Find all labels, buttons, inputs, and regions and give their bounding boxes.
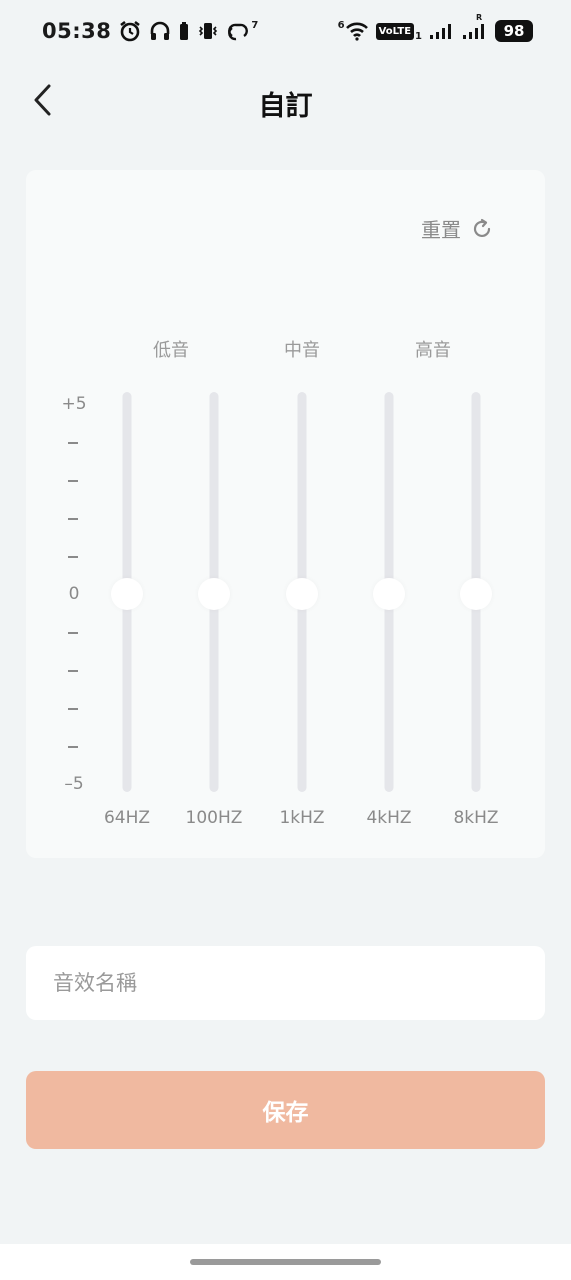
wifi-superscript: 6 bbox=[337, 19, 345, 31]
roaming-indicator: R bbox=[476, 13, 483, 22]
vibrate-icon bbox=[197, 20, 219, 42]
page-title: 自訂 bbox=[258, 91, 313, 122]
header: 自訂 bbox=[0, 62, 571, 142]
band-group-treble: 高音 bbox=[415, 340, 451, 361]
status-bar: 05:38 7 6 VoLTE 1 R 98 bbox=[0, 0, 571, 62]
effect-name-input[interactable] bbox=[26, 946, 545, 1020]
band-group-bass: 低音 bbox=[153, 340, 189, 361]
scale-tick bbox=[68, 442, 78, 444]
alarm-icon bbox=[119, 20, 141, 42]
reset-label: 重置 bbox=[421, 218, 461, 242]
status-left: 05:38 7 bbox=[42, 19, 258, 43]
eq-slider-thumb[interactable] bbox=[373, 578, 405, 610]
eq-slider-thumb[interactable] bbox=[460, 578, 492, 610]
eq-slider-thumb[interactable] bbox=[111, 578, 143, 610]
reset-button[interactable]: 重置 bbox=[421, 214, 493, 243]
signal-icon-2: R bbox=[462, 13, 488, 40]
home-indicator[interactable] bbox=[190, 1259, 381, 1265]
scale-label: +5 bbox=[61, 394, 87, 414]
scale-label: –5 bbox=[64, 774, 84, 794]
volte-icon: VoLTE 1 bbox=[375, 21, 422, 42]
save-button[interactable]: 保存 bbox=[26, 1071, 545, 1149]
scale-tick bbox=[68, 632, 78, 634]
effect-name-field[interactable] bbox=[26, 946, 545, 1020]
battery-nub bbox=[528, 27, 531, 35]
battery-small-icon bbox=[179, 20, 189, 42]
status-right: 6 VoLTE 1 R 98 bbox=[337, 13, 533, 42]
eq-frequency-label: 100HZ bbox=[185, 808, 243, 828]
scale-tick bbox=[68, 670, 78, 672]
scale-tick bbox=[68, 480, 78, 482]
scale-tick bbox=[68, 746, 78, 748]
eq-frequency-label: 4kHZ bbox=[366, 808, 412, 828]
navigation-bar bbox=[0, 1244, 571, 1280]
headphones-icon bbox=[149, 20, 171, 42]
eq-frequency-label: 8kHZ bbox=[453, 808, 499, 828]
eq-slider-thumb[interactable] bbox=[198, 578, 230, 610]
status-time: 05:38 bbox=[42, 19, 112, 43]
equalizer-card: 重置 低音 中音 高音 +5 0 –5 64HZ 100HZ 1kHZ 4kHZ 8kHZ bbox=[26, 170, 545, 858]
eq-frequency-label: 1kHZ bbox=[279, 808, 325, 828]
eq-frequency-label: 64HZ bbox=[103, 808, 151, 828]
eq-slider-thumb[interactable] bbox=[286, 578, 318, 610]
scale-tick bbox=[68, 708, 78, 710]
scale-tick bbox=[68, 556, 78, 558]
refresh-icon bbox=[473, 218, 491, 237]
scale-tick bbox=[68, 518, 78, 520]
wifi-icon: 6 bbox=[337, 19, 369, 41]
hotspot-superscript: 7 bbox=[251, 19, 259, 31]
volte-badge: VoLTE bbox=[375, 22, 415, 40]
signal-icon-1 bbox=[429, 22, 455, 40]
volte-sub: 1 bbox=[415, 30, 422, 42]
band-group-mid: 中音 bbox=[284, 340, 320, 361]
battery-icon: 98 bbox=[495, 20, 533, 42]
hotspot-icon: 7 bbox=[227, 20, 258, 42]
scale-label: 0 bbox=[68, 584, 80, 604]
